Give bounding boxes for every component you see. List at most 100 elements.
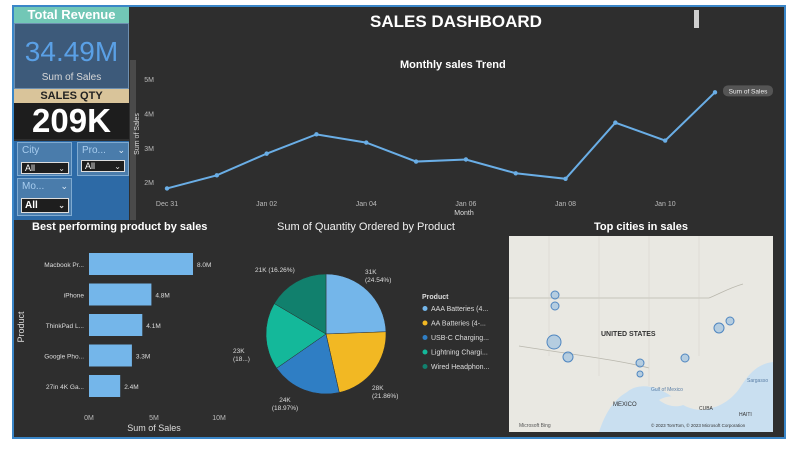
series-legend-label: Sum of Sales bbox=[729, 88, 768, 95]
bar-category-label: iPhone bbox=[64, 293, 85, 300]
city-bubble[interactable] bbox=[550, 290, 560, 300]
city-bubble[interactable] bbox=[680, 353, 690, 363]
bar-value-label: 2.4M bbox=[124, 384, 138, 391]
product-dropdown-value: All bbox=[85, 161, 96, 171]
dashboard-title: SALES DASHBOARD bbox=[370, 12, 542, 31]
cuba-label: CUBA bbox=[699, 406, 714, 412]
pie-slice-label: 23K (18...) bbox=[233, 348, 250, 363]
bing-logo: Microsoft Bing bbox=[519, 423, 551, 429]
sales-trend-point[interactable] bbox=[613, 120, 618, 125]
city-bubble[interactable] bbox=[562, 351, 574, 363]
product-sales-bar[interactable] bbox=[89, 375, 121, 397]
month-dropdown[interactable]: All ⌄ bbox=[21, 198, 69, 213]
bar-category-label: Macbook Pr... bbox=[44, 262, 84, 269]
sales-qty-title: SALES QTY bbox=[14, 89, 129, 103]
bar-value-label: 4.1M bbox=[146, 323, 160, 330]
bar-value-label: 8.0M bbox=[197, 262, 211, 269]
pie-slice-label: 28K (21.86%) bbox=[372, 385, 398, 400]
city-bubble[interactable] bbox=[725, 316, 735, 326]
line-x-tick-label: Jan 08 bbox=[555, 201, 576, 208]
sales-trend-point[interactable] bbox=[164, 186, 170, 191]
chevron-down-icon: ⌄ bbox=[58, 201, 65, 210]
product-dropdown[interactable]: All ⌄ bbox=[81, 160, 125, 172]
bar-category-label: 27in 4K Ga... bbox=[46, 384, 84, 391]
product-sales-bar[interactable] bbox=[89, 314, 143, 336]
pie-legend-label[interactable]: Wired Headphon... bbox=[431, 364, 489, 371]
line-y-tick-label: 2M bbox=[144, 180, 154, 187]
city-bubble[interactable] bbox=[635, 358, 645, 368]
sales-trend-point[interactable] bbox=[214, 173, 220, 178]
pie-chart-title: Sum of Quantity Ordered by Product bbox=[277, 221, 455, 233]
product-sales-bar[interactable] bbox=[89, 253, 193, 275]
bar-x-tick-label: 5M bbox=[149, 415, 159, 422]
pie-legend-label[interactable]: AA Batteries (4-... bbox=[431, 321, 486, 328]
bar-x-axis-label: Sum of Sales bbox=[127, 423, 181, 433]
country-label: UNITED STATES bbox=[601, 331, 656, 338]
mexico-label: MEXICO bbox=[613, 402, 637, 408]
city-bubble[interactable] bbox=[550, 301, 560, 311]
month-dropdown-value: All bbox=[25, 200, 38, 211]
city-bubble[interactable] bbox=[713, 322, 725, 334]
chevron-down-icon: ⌄ bbox=[58, 164, 65, 173]
scroll-handle[interactable] bbox=[694, 10, 699, 28]
product-sales-bar[interactable] bbox=[89, 344, 132, 367]
pie-legend-title: Product bbox=[422, 294, 449, 301]
top-cities-map[interactable]: UNITED STATES MEXICO Gulf of Mexico CUBA… bbox=[509, 236, 773, 432]
map-canvas: UNITED STATES MEXICO Gulf of Mexico CUBA… bbox=[509, 236, 773, 432]
city-slicer-label: City bbox=[22, 145, 40, 156]
chevron-down-icon: ⌄ bbox=[114, 162, 121, 171]
chevron-down-icon: ⌄ bbox=[117, 145, 125, 155]
sales-qty-value[interactable]: 209K bbox=[14, 103, 129, 139]
chevron-down-icon: ⌄ bbox=[60, 181, 68, 191]
product-slicer[interactable]: Pro... ⌄ All ⌄ bbox=[77, 142, 129, 176]
monthly-sales-line-chart[interactable]: Sum of Sales 2M 3M 4M 5M Dec 31 Jan 02 Jan 04 Ja… bbox=[130, 60, 780, 220]
total-revenue-value: 34.49M bbox=[24, 36, 119, 67]
city-bubble[interactable] bbox=[546, 334, 562, 350]
city-dropdown[interactable]: All ⌄ bbox=[21, 162, 69, 174]
line-y-axis-label: Sum of Sales bbox=[134, 113, 141, 155]
pie-legend-marker bbox=[422, 349, 428, 355]
line-x-tick-label: Jan 04 bbox=[356, 201, 377, 208]
month-slicer[interactable]: Mo... ⌄ All ⌄ bbox=[17, 178, 72, 216]
line-x-tick-label: Dec 31 bbox=[156, 201, 178, 208]
product-slicer-label: Pro... bbox=[82, 145, 106, 156]
sales-trend-point[interactable] bbox=[513, 171, 518, 176]
product-sales-bar-chart[interactable]: Product Macbook Pr... 8.0M iPhone 4.8M ThinkP… bbox=[14, 236, 254, 436]
quantity-pie-chart[interactable]: 31K (24.54%) 28K (21.86%) 24K (18.97%) 23K (18.… bbox=[225, 236, 509, 436]
bar-x-tick-label: 0M bbox=[84, 415, 94, 422]
sales-trend-point[interactable] bbox=[563, 176, 568, 181]
line-y-tick-label: 3M bbox=[144, 146, 154, 153]
sales-trend-point[interactable] bbox=[413, 159, 419, 164]
line-x-tick-label: Jan 06 bbox=[455, 201, 476, 208]
map-title: Top cities in sales bbox=[594, 221, 688, 233]
sales-trend-point[interactable] bbox=[264, 151, 269, 156]
pie-legend-label[interactable]: Lightning Chargi... bbox=[431, 350, 488, 357]
city-slicer[interactable]: City All ⌄ bbox=[17, 142, 72, 176]
pie-legend-label[interactable]: USB-C Charging... bbox=[431, 335, 489, 342]
city-bubble[interactable] bbox=[636, 370, 644, 378]
pie-slice-label: 21K (16.26%) bbox=[255, 267, 295, 274]
bar-chart-title: Best performing product by sales bbox=[32, 221, 208, 233]
pie-legend-marker bbox=[422, 306, 428, 311]
line-y-tick-label: 4M bbox=[144, 111, 154, 118]
gulf-label: Gulf of Mexico bbox=[651, 387, 683, 393]
pie-slice-label: 24K (18.97%) bbox=[272, 397, 298, 412]
line-x-axis-label: Month bbox=[454, 210, 474, 217]
pie-legend-label[interactable]: AAA Batteries (4... bbox=[431, 306, 488, 313]
sales-trend-line[interactable] bbox=[166, 91, 716, 190]
product-sales-bar[interactable] bbox=[89, 283, 152, 306]
month-slicer-label: Mo... bbox=[22, 181, 45, 192]
total-revenue-subtitle: Sum of Sales bbox=[41, 72, 102, 83]
map-copyright: © 2023 TomTom, © 2023 Microsoft Corporat… bbox=[651, 422, 746, 428]
haiti-label: HAITI bbox=[739, 412, 752, 418]
sales-trend-point[interactable] bbox=[463, 157, 469, 162]
sales-trend-point[interactable] bbox=[364, 140, 369, 145]
bar-category-label: Google Pho... bbox=[44, 354, 84, 361]
total-revenue-title: Total Revenue bbox=[14, 7, 129, 23]
sales-trend-point[interactable] bbox=[314, 132, 319, 137]
line-x-tick-label: Jan 02 bbox=[256, 201, 277, 208]
total-revenue-card[interactable]: 34.49M Sum of Sales bbox=[14, 23, 129, 89]
pie-legend-marker bbox=[422, 320, 428, 326]
sales-trend-point[interactable] bbox=[662, 138, 668, 143]
sales-trend-point[interactable] bbox=[712, 90, 718, 95]
